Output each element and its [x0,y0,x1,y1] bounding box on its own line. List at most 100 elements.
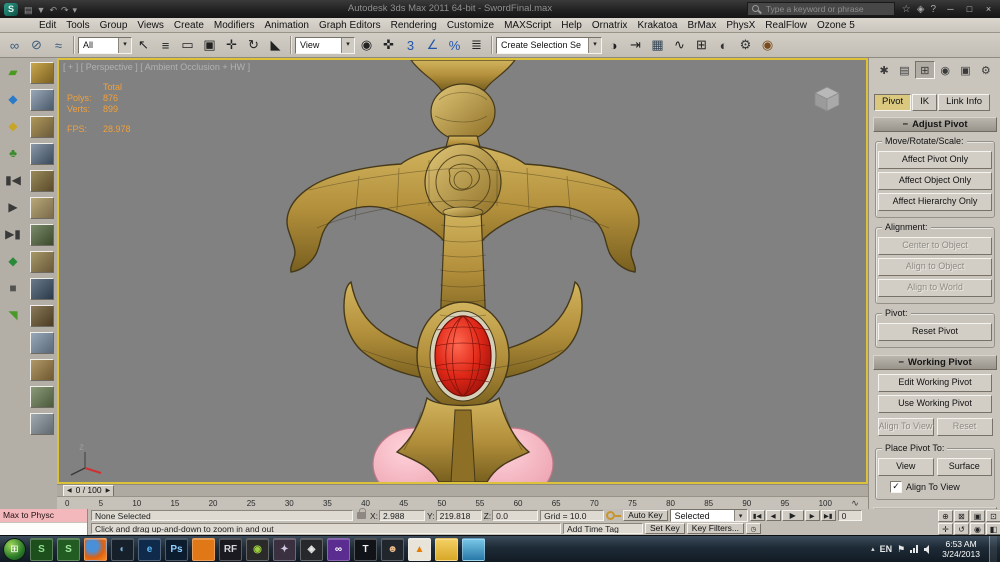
infocenter-icon[interactable]: ? [927,4,939,15]
language-indicator[interactable]: EN [880,544,893,554]
shelf-thumbnail-button[interactable] [30,62,54,84]
panel-button[interactable]: Reset [937,418,993,436]
infocenter-icon[interactable]: ◈ [914,4,928,15]
app-logo-icon[interactable]: S [4,3,18,16]
prev-frame-arrow[interactable]: ◀ [67,487,72,494]
reference-coordinate-dropdown[interactable]: View ▾ [295,37,355,54]
menu-item[interactable]: BrMax [682,18,721,33]
infocenter-icon[interactable]: ☆ [899,4,914,15]
left-toolbar-icon[interactable]: ◆ [3,251,23,271]
menu-item[interactable]: Create [169,18,209,33]
shelf-thumbnail-button[interactable] [30,224,54,246]
shelf-thumbnail-button[interactable] [30,251,54,273]
shelf-thumbnail-button[interactable] [30,143,54,165]
toolbar-icon[interactable]: ≣ [466,35,487,56]
playback-button[interactable]: ▮◀ [750,510,765,521]
shelf-thumbnail-button[interactable] [30,413,54,435]
menu-item[interactable]: Group [95,18,133,33]
taskbar-item[interactable]: ✦ [273,538,296,561]
menu-item[interactable]: Edit [34,18,61,33]
playback-button[interactable]: ▶ [805,510,820,521]
set-keys-icon[interactable] [606,511,621,521]
taskbar-item[interactable]: ◈ [300,538,323,561]
viewport-nav-icon[interactable]: ⊕ [938,510,953,522]
panel-button[interactable]: Affect Object Only [878,172,992,190]
toolbar-icon[interactable]: ↖ [133,35,154,56]
taskbar-item[interactable]: ▲ [408,538,431,561]
sword-model[interactable] [59,60,866,482]
taskbar-item[interactable] [84,538,107,561]
volume-icon[interactable] [923,545,933,554]
key-filters-button[interactable]: Key Filters... [687,523,744,534]
chevron-down-icon[interactable]: ▾ [588,38,601,53]
playback-button[interactable]: ◀ [766,510,781,521]
menu-item[interactable]: PhysX [721,18,760,33]
panel-button[interactable]: Edit Working Pivot [878,374,992,392]
quick-access-icon[interactable]: ▤ [22,5,35,15]
coord-field[interactable]: 219.818 [436,510,482,521]
infocenter-search[interactable] [747,2,895,16]
menu-item[interactable]: Animation [259,18,313,33]
toolbar-icon[interactable]: ▭ [177,35,198,56]
menu-item[interactable]: Modifiers [209,18,260,33]
panel-button[interactable]: Surface [937,458,993,476]
panel-button[interactable]: View [878,458,934,476]
shelf-thumbnail-button[interactable] [30,116,54,138]
viewport-nav-icon[interactable]: ↺ [954,523,969,535]
hierarchy-tab[interactable]: IK [912,94,937,111]
panel-button[interactable]: Center to Object [878,237,992,255]
set-key-button[interactable]: Set Key [645,523,685,534]
taskbar-item[interactable]: RF [219,538,242,561]
taskbar-item[interactable]: Ps [165,538,188,561]
taskbar-item[interactable]: S [30,538,53,561]
panel-button[interactable]: Affect Hierarchy Only [878,193,992,211]
selection-lock-icon[interactable] [357,512,366,519]
panel-button[interactable]: Use Working Pivot [878,395,992,413]
viewport-nav-icon[interactable]: ◧ [986,523,1000,535]
toolbar-icon[interactable]: ▣ [199,35,220,56]
playback-button[interactable]: ▶ [782,510,804,521]
taskbar-item[interactable]: ∞ [327,538,350,561]
shelf-thumbnail-button[interactable] [30,386,54,408]
shelf-thumbnail-button[interactable] [30,332,54,354]
left-toolbar-icon[interactable]: ▶▮ [3,224,23,244]
menu-item[interactable]: Views [132,18,169,33]
toolbar-icon[interactable]: % [444,35,465,56]
toolbar-icon[interactable]: ∠ [422,35,443,56]
viewport-nav-icon[interactable]: ⊠ [954,510,969,522]
quick-access-icon[interactable]: ▾ [71,5,80,15]
viewcube[interactable] [812,86,842,112]
toolbar-icon[interactable]: ⊞ [691,35,712,56]
search-input[interactable] [764,3,883,15]
toolbar-icon[interactable]: ◑ [603,35,624,56]
close-button[interactable]: × [981,3,996,16]
viewport-nav-icon[interactable]: ◉ [970,523,985,535]
shelf-thumbnail-button[interactable] [30,170,54,192]
toolbar-icon[interactable]: ◉ [757,35,778,56]
menu-item[interactable]: Help [556,18,587,33]
panel-category-icon[interactable]: ◉ [935,61,955,79]
toolbar-icon[interactable]: ◉ [356,35,377,56]
time-configuration-icon[interactable]: ◷ [746,523,761,534]
key-selection-dropdown[interactable]: Selected ▾ [670,509,748,522]
menu-item[interactable]: Rendering [386,18,442,33]
shelf-thumbnail-button[interactable] [30,197,54,219]
toolbar-icon[interactable]: ≈ [48,35,69,56]
toolbar-icon[interactable]: ⊘ [26,35,47,56]
quick-access-icon[interactable]: ▼ [35,5,48,15]
maxscript-mini-listener[interactable]: Max to Physc [0,509,88,536]
minimize-button[interactable]: ─ [943,3,958,16]
selection-filter-dropdown[interactable]: All ▾ [78,37,132,54]
shelf-thumbnail-button[interactable] [30,305,54,327]
shelf-thumbnail-button[interactable] [30,89,54,111]
quick-access-icon[interactable]: ↷ [59,5,71,15]
left-toolbar-icon[interactable]: ▮◀ [3,170,23,190]
panel-category-icon[interactable]: ⊞ [915,61,935,79]
maximize-button[interactable]: □ [962,3,977,16]
chevron-down-icon[interactable]: ▾ [341,38,354,53]
hierarchy-tab[interactable]: Link Info [938,94,990,111]
taskbar-item[interactable] [192,538,215,561]
panel-category-icon[interactable]: ▣ [955,61,975,79]
network-icon[interactable] [910,545,918,553]
hierarchy-tab[interactable]: Pivot [874,94,911,111]
